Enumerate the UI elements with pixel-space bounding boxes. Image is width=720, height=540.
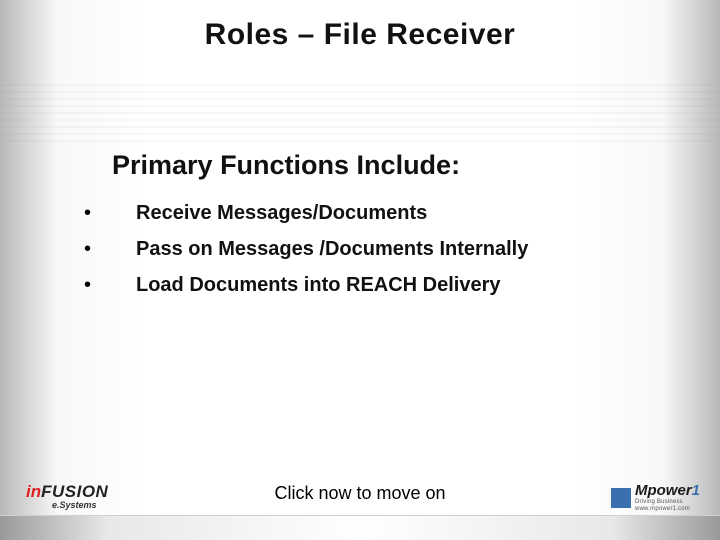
logo-sub: e.Systems bbox=[26, 501, 108, 510]
list-item: • Receive Messages/Documents bbox=[78, 200, 660, 226]
slide-title: Roles – File Receiver bbox=[0, 18, 720, 52]
bullet-text: Pass on Messages /Documents Internally bbox=[136, 236, 528, 262]
footer-bar bbox=[0, 515, 720, 540]
bullet-text: Receive Messages/Documents bbox=[136, 200, 427, 226]
logo-right-tag1: Driving Business bbox=[635, 499, 700, 505]
bullet-icon: • bbox=[78, 200, 136, 226]
logo-main: FUSION bbox=[41, 482, 108, 501]
logo-right-suffix: 1 bbox=[692, 482, 700, 499]
logo-right-name: Mpower bbox=[635, 482, 692, 499]
logo-right-tag2: www.mpower1.com bbox=[635, 506, 700, 512]
logo-mpower: Mpower1 Driving Business www.mpower1.com bbox=[611, 483, 700, 512]
bullet-icon: • bbox=[78, 272, 136, 298]
logo-infusion: inFUSION e.Systems bbox=[26, 483, 108, 510]
list-item: • Load Documents into REACH Delivery bbox=[78, 272, 660, 298]
logo-prefix: in bbox=[26, 482, 41, 501]
logo-mark-icon bbox=[611, 488, 631, 508]
bullet-list: • Receive Messages/Documents • Pass on M… bbox=[78, 200, 660, 308]
decorative-lines bbox=[0, 80, 720, 150]
bullet-icon: • bbox=[78, 236, 136, 262]
bullet-text: Load Documents into REACH Delivery bbox=[136, 272, 501, 298]
slide-subtitle: Primary Functions Include: bbox=[112, 150, 460, 181]
slide[interactable]: Roles – File Receiver Primary Functions … bbox=[0, 0, 720, 540]
list-item: • Pass on Messages /Documents Internally bbox=[78, 236, 660, 262]
